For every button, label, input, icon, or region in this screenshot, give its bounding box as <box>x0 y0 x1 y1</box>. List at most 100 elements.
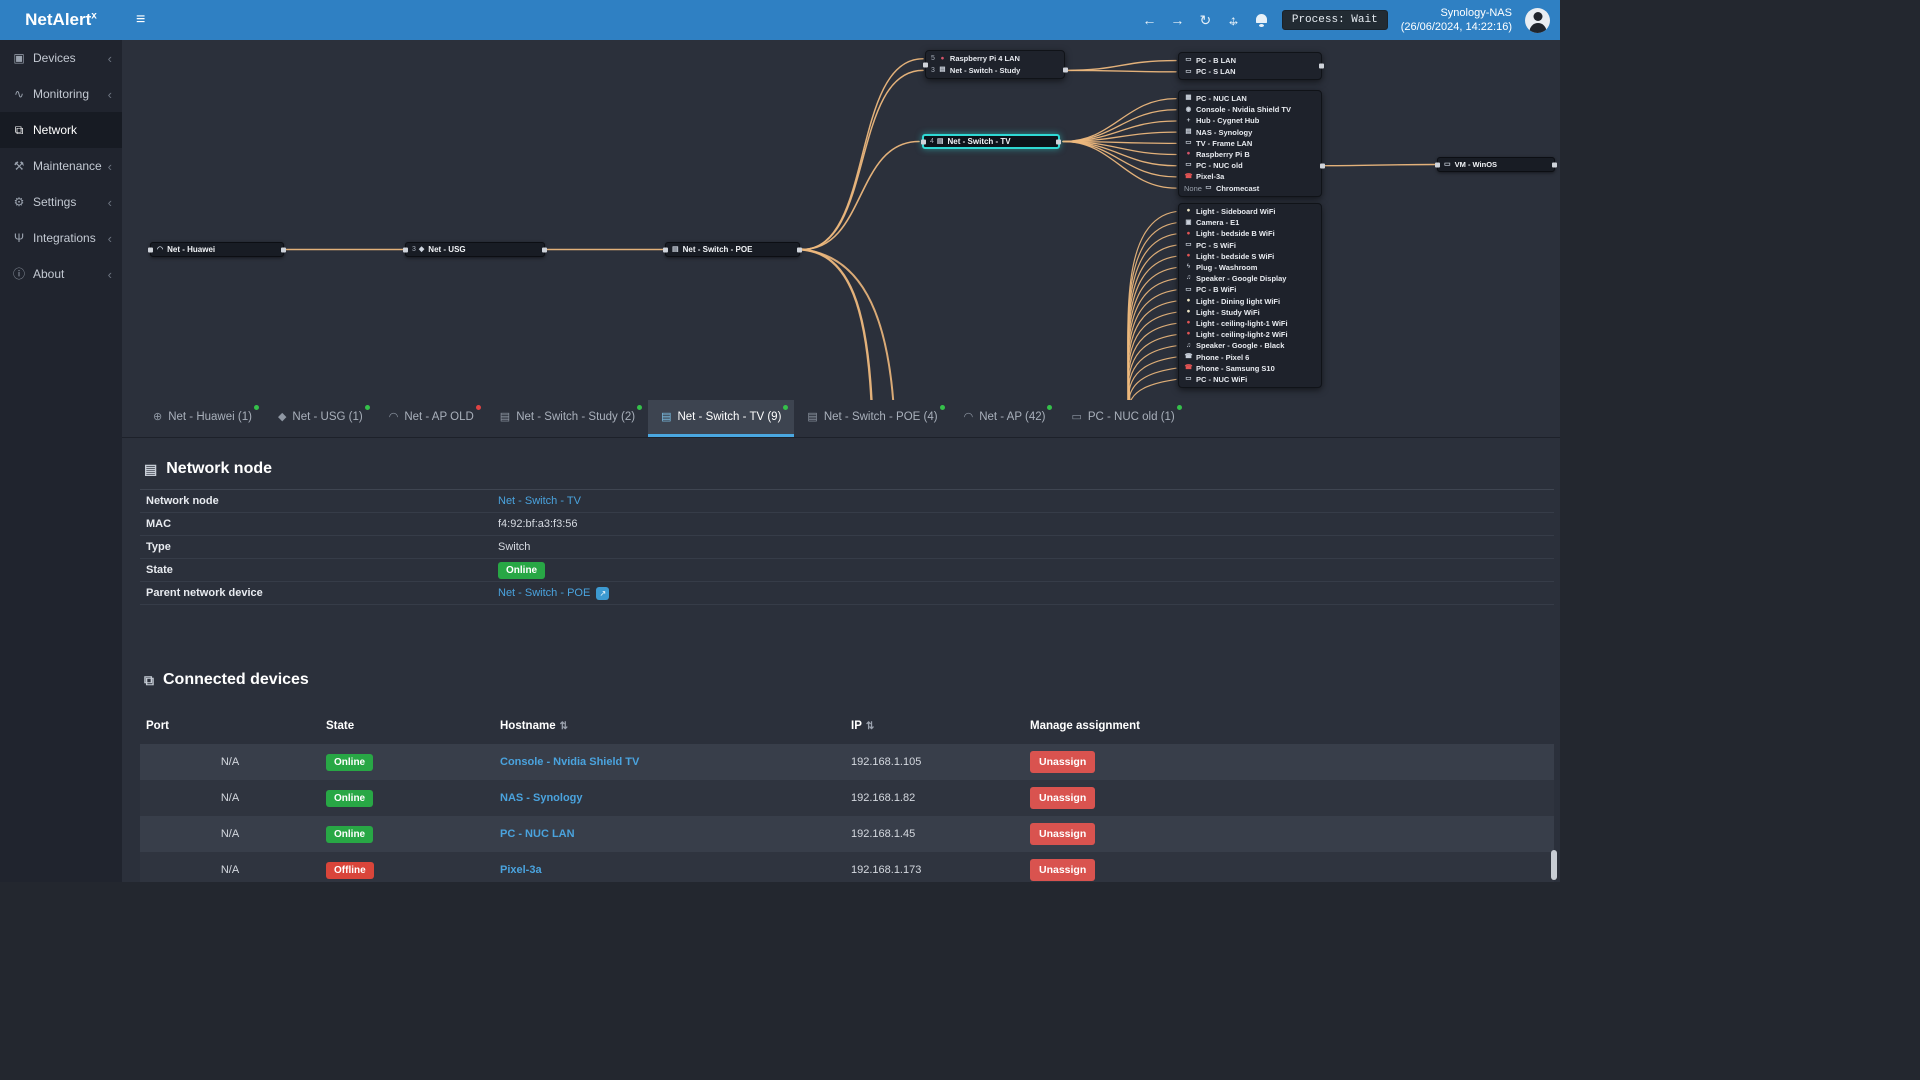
device-row[interactable]: PC - NUC LAN <box>1179 93 1321 104</box>
device-row[interactable]: Light - ceiling-light-1 WiFi <box>1179 318 1321 329</box>
topology-node-poe[interactable]: Net - Switch - POE <box>665 242 800 257</box>
unassign-button[interactable]: Unassign <box>1030 751 1096 773</box>
status-dot <box>783 405 789 410</box>
node-tab[interactable]: PC - NUC old (1) <box>1058 400 1187 437</box>
device-list-tv-children: PC - NUC LAN Console - Nvidia Shield TV … <box>1178 90 1322 197</box>
device-row[interactable]: TV - Frame LAN <box>1179 138 1321 149</box>
device-row[interactable]: Light - bedside B WiFi <box>1179 228 1321 239</box>
node-tab[interactable]: Net - Switch - POE (4) <box>794 400 950 437</box>
header-nav-icon[interactable] <box>1198 13 1213 28</box>
device-row[interactable]: PC - S LAN <box>1179 66 1321 77</box>
device-row[interactable]: Speaker - Google - Black <box>1179 340 1321 351</box>
sort-icon[interactable] <box>560 721 568 732</box>
device-row[interactable]: Raspberry Pi B <box>1179 149 1321 160</box>
device-row[interactable]: Pixel-3a <box>1179 171 1321 182</box>
device-list-wifi: Light - Sideboard WiFi Camera - E1 Light… <box>1178 203 1322 388</box>
device-row[interactable]: PC - B LAN <box>1179 55 1321 66</box>
connected-devices-section: Connected devices Port State Hostname IP… <box>140 663 1554 882</box>
topology-node-row[interactable]: 5 Raspberry Pi 4 LAN <box>926 53 1064 65</box>
node-tabs: Net - Huawei (1) Net - USG (1) Net - AP … <box>122 400 1560 438</box>
switch-icon <box>937 138 944 145</box>
host-timestamp: (26/06/2024, 14:22:16) <box>1400 21 1512 33</box>
hostname-link[interactable]: Pixel-3a <box>500 864 542 876</box>
node-tab[interactable]: Net - Switch - Study (2) <box>487 400 648 437</box>
detail-row: State Online <box>140 559 1554 582</box>
sort-icon[interactable] <box>866 721 874 732</box>
parent-node-link[interactable]: Net - Switch - POE <box>498 587 590 599</box>
tab-label: Net - Huawei (1) <box>168 411 252 423</box>
sidebar-item[interactable]: Maintenance <box>0 148 122 184</box>
sidebar-item[interactable]: Integrations <box>0 220 122 256</box>
sidebar-item[interactable]: Monitoring <box>0 76 122 112</box>
hostname-link[interactable]: PC - NUC LAN <box>500 828 575 840</box>
device-row[interactable]: Light - bedside S WiFi <box>1179 251 1321 262</box>
device-row[interactable]: Light - Sideboard WiFi <box>1179 206 1321 217</box>
sidebar-item[interactable]: Devices <box>0 40 122 76</box>
device-row[interactable]: PC - NUC WiFi <box>1179 374 1321 385</box>
topology-node-tv-selected[interactable]: 4 Net - Switch - TV <box>922 134 1060 149</box>
col-ip[interactable]: IP <box>845 702 1024 744</box>
node-tab[interactable]: Net - Huawei (1) <box>140 400 265 437</box>
header-nav-icon[interactable] <box>1170 13 1185 28</box>
device-row[interactable]: PC - NUC old <box>1179 160 1321 171</box>
device-icon <box>1184 365 1193 372</box>
unassign-button[interactable]: Unassign <box>1030 787 1096 809</box>
topology-node-huawei[interactable]: Net - Huawei <box>150 242 284 257</box>
device-row[interactable]: PC - B WiFi <box>1179 284 1321 295</box>
header-nav-icon[interactable] <box>1226 13 1241 28</box>
device-label: Light - Sideboard WiFi <box>1196 207 1276 217</box>
header-nav-icon[interactable] <box>1254 13 1269 28</box>
device-label: Speaker - Google Display <box>1196 274 1287 284</box>
device-row[interactable]: Speaker - Google Display <box>1179 273 1321 284</box>
hostname-link[interactable]: Console - Nvidia Shield TV <box>500 756 639 768</box>
node-tab[interactable]: Net - AP (42) <box>951 400 1059 437</box>
scrollbar-thumb[interactable] <box>1551 850 1557 880</box>
detail-label: Type <box>146 541 171 553</box>
device-row[interactable]: Console - Nvidia Shield TV <box>1179 104 1321 115</box>
sidebar-item[interactable]: About <box>0 256 122 292</box>
topology-node-vm[interactable]: VM - WinOS <box>1437 157 1555 172</box>
netalertx-app: NetAlertx ≡ Process: Wait Synology-NAS (… <box>0 0 1560 882</box>
sidebar-item[interactable]: Network <box>0 112 122 148</box>
device-label: TV - Frame LAN <box>1196 138 1253 148</box>
unassign-button[interactable]: Unassign <box>1030 823 1096 845</box>
status-dot <box>939 405 945 410</box>
device-label: Phone - Pixel 6 <box>1196 352 1250 362</box>
device-row[interactable]: Camera - E1 <box>1179 217 1321 228</box>
device-label: Pixel-3a <box>1196 172 1225 182</box>
user-avatar[interactable] <box>1525 7 1550 33</box>
tab-label: PC - NUC old (1) <box>1087 411 1175 423</box>
device-label: Hub - Cygnet Hub <box>1196 116 1260 126</box>
device-row[interactable]: Phone - Pixel 6 <box>1179 351 1321 362</box>
app-logo[interactable]: NetAlertx <box>0 10 122 30</box>
sidebar-item[interactable]: Settings <box>0 184 122 220</box>
chevron-left-icon <box>108 232 112 245</box>
topology-node-usg[interactable]: 3 Net - USG <box>405 242 545 257</box>
topology-node-row[interactable]: 3 Net - Switch - Study <box>926 65 1064 77</box>
unassign-button[interactable]: Unassign <box>1030 859 1096 881</box>
device-row[interactable]: PC - S WiFi <box>1179 240 1321 251</box>
state-badge: Offline <box>326 861 374 879</box>
tab-label: Net - Switch - POE (4) <box>823 411 938 423</box>
node-link[interactable]: Net - Switch - TV <box>498 495 581 507</box>
device-row[interactable]: None Chromecast <box>1179 183 1321 194</box>
header-nav-icon[interactable] <box>1142 13 1157 28</box>
node-tab[interactable]: Net - Switch - TV (9) <box>648 400 795 437</box>
device-icon <box>1184 354 1193 361</box>
shield-icon <box>419 246 424 253</box>
device-row[interactable]: Light - ceiling-light-2 WiFi <box>1179 329 1321 340</box>
hostname-link[interactable]: NAS - Synology <box>500 792 583 804</box>
node-tab[interactable]: Net - AP OLD <box>376 400 487 437</box>
device-row[interactable]: Plug - Washroom <box>1179 262 1321 273</box>
sidebar-toggle-icon[interactable]: ≡ <box>136 11 145 29</box>
external-link-icon[interactable] <box>596 586 610 600</box>
device-row[interactable]: Phone - Samsung S10 <box>1179 363 1321 374</box>
node-tab[interactable]: Net - USG (1) <box>265 400 376 437</box>
device-row[interactable]: Hub - Cygnet Hub <box>1179 115 1321 126</box>
device-row[interactable]: Light - Study WiFi <box>1179 307 1321 318</box>
brand-text: NetAlert <box>25 10 92 29</box>
device-row[interactable]: Light - Dining light WiFi <box>1179 296 1321 307</box>
col-hostname[interactable]: Hostname <box>494 702 845 744</box>
device-icon <box>1184 151 1193 158</box>
device-row[interactable]: NAS - Synology <box>1179 127 1321 138</box>
